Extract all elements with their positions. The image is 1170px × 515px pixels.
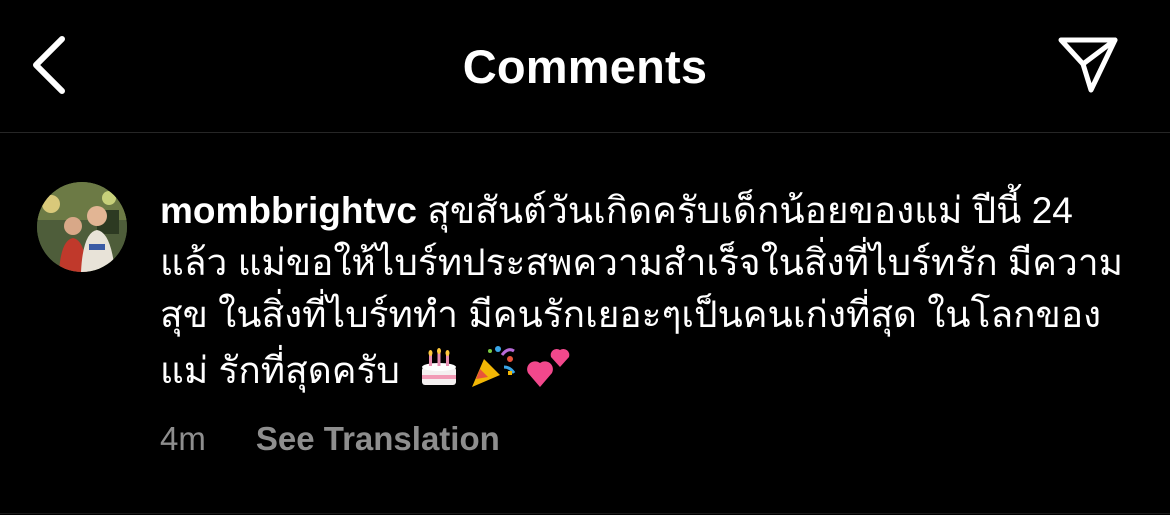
- share-button[interactable]: [1050, 30, 1126, 100]
- comment-time: 4m: [160, 420, 206, 457]
- avatar[interactable]: [37, 182, 127, 272]
- comment-meta: 4m See Translation: [160, 417, 500, 461]
- birthday-cake-icon: [416, 345, 462, 405]
- top-bar: Comments: [0, 0, 1170, 133]
- comment-username[interactable]: mombbrightvc: [160, 190, 417, 231]
- comment-item: mombbrightvc สุขสันต์วันเกิดครับเด็กน้อย…: [0, 133, 1170, 515]
- comment-body: mombbrightvc สุขสันต์วันเกิดครับเด็กน้อย…: [160, 185, 1140, 405]
- paper-plane-icon: [1058, 37, 1118, 93]
- two-hearts-icon: [524, 345, 574, 405]
- divider: [0, 513, 1170, 514]
- page-title: Comments: [462, 40, 708, 93]
- party-popper-icon: [468, 341, 518, 405]
- see-translation-button[interactable]: See Translation: [256, 420, 500, 458]
- avatar-photo: [37, 182, 127, 272]
